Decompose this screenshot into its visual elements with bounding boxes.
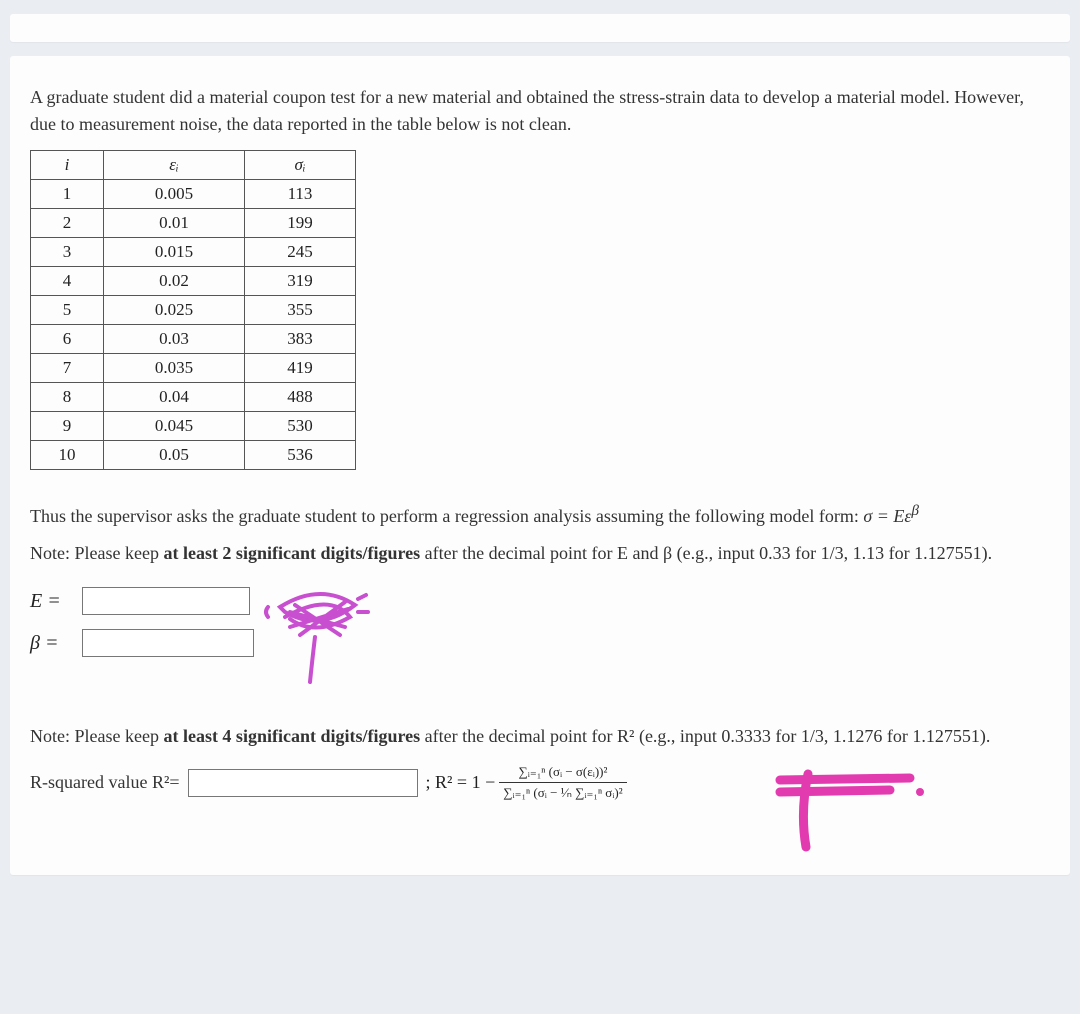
annotation-scribble-icon (260, 577, 380, 687)
table-row: 100.05536 (31, 441, 356, 470)
note-1: Note: Please keep at least 2 significant… (30, 540, 1050, 567)
cell-sigma: 536 (245, 441, 356, 470)
cell-sigma: 113 (245, 180, 356, 209)
cell-eps: 0.005 (104, 180, 245, 209)
table-row: 80.04488 (31, 383, 356, 412)
cell-i: 1 (31, 180, 104, 209)
cell-i: 7 (31, 354, 104, 383)
label-E: E = (30, 590, 72, 613)
cell-i: 6 (31, 325, 104, 354)
table-row: 10.005113 (31, 180, 356, 209)
table-row: 50.025355 (31, 296, 356, 325)
input-E[interactable] (82, 587, 250, 615)
intro-text: A graduate student did a material coupon… (30, 84, 1050, 138)
cell-sigma: 245 (245, 238, 356, 267)
cell-i: 4 (31, 267, 104, 296)
question-card: A graduate student did a material coupon… (10, 56, 1070, 875)
cell-eps: 0.045 (104, 412, 245, 441)
table-row: 30.015245 (31, 238, 356, 267)
table-row: 40.02319 (31, 267, 356, 296)
table-row: 60.03383 (31, 325, 356, 354)
input-Rsq[interactable] (188, 769, 418, 797)
annotation-mark-icon (770, 762, 940, 852)
cell-eps: 0.01 (104, 209, 245, 238)
header-spacer (10, 14, 1070, 42)
cell-sigma: 419 (245, 354, 356, 383)
cell-sigma: 530 (245, 412, 356, 441)
label-beta: β = (30, 632, 72, 655)
cell-eps: 0.035 (104, 354, 245, 383)
input-beta[interactable] (82, 629, 254, 657)
cell-eps: 0.03 (104, 325, 245, 354)
data-table: i εᵢ σᵢ 10.00511320.0119930.01524540.023… (30, 150, 356, 470)
col-header-i: i (31, 151, 104, 180)
model-prompt: Thus the supervisor asks the graduate st… (30, 500, 1050, 530)
cell-i: 3 (31, 238, 104, 267)
table-row: 90.045530 (31, 412, 356, 441)
table-row: 70.035419 (31, 354, 356, 383)
cell-eps: 0.04 (104, 383, 245, 412)
label-Rsq: R-squared value R²= (30, 772, 180, 793)
cell-sigma: 319 (245, 267, 356, 296)
table-row: 20.01199 (31, 209, 356, 238)
cell-sigma: 488 (245, 383, 356, 412)
col-header-sigma: σᵢ (245, 151, 356, 180)
cell-i: 9 (31, 412, 104, 441)
cell-sigma: 383 (245, 325, 356, 354)
rsq-formula: ; R² = 1 − ∑ᵢ₌₁ⁿ (σᵢ − σ(εᵢ))² ∑ᵢ₌₁ⁿ (σᵢ… (426, 764, 627, 801)
cell-sigma: 199 (245, 209, 356, 238)
col-header-eps: εᵢ (104, 151, 245, 180)
cell-eps: 0.02 (104, 267, 245, 296)
cell-eps: 0.025 (104, 296, 245, 325)
note-2: Note: Please keep at least 4 significant… (30, 723, 1050, 750)
cell-eps: 0.015 (104, 238, 245, 267)
cell-eps: 0.05 (104, 441, 245, 470)
cell-i: 2 (31, 209, 104, 238)
cell-i: 8 (31, 383, 104, 412)
cell-i: 5 (31, 296, 104, 325)
cell-i: 10 (31, 441, 104, 470)
cell-sigma: 355 (245, 296, 356, 325)
